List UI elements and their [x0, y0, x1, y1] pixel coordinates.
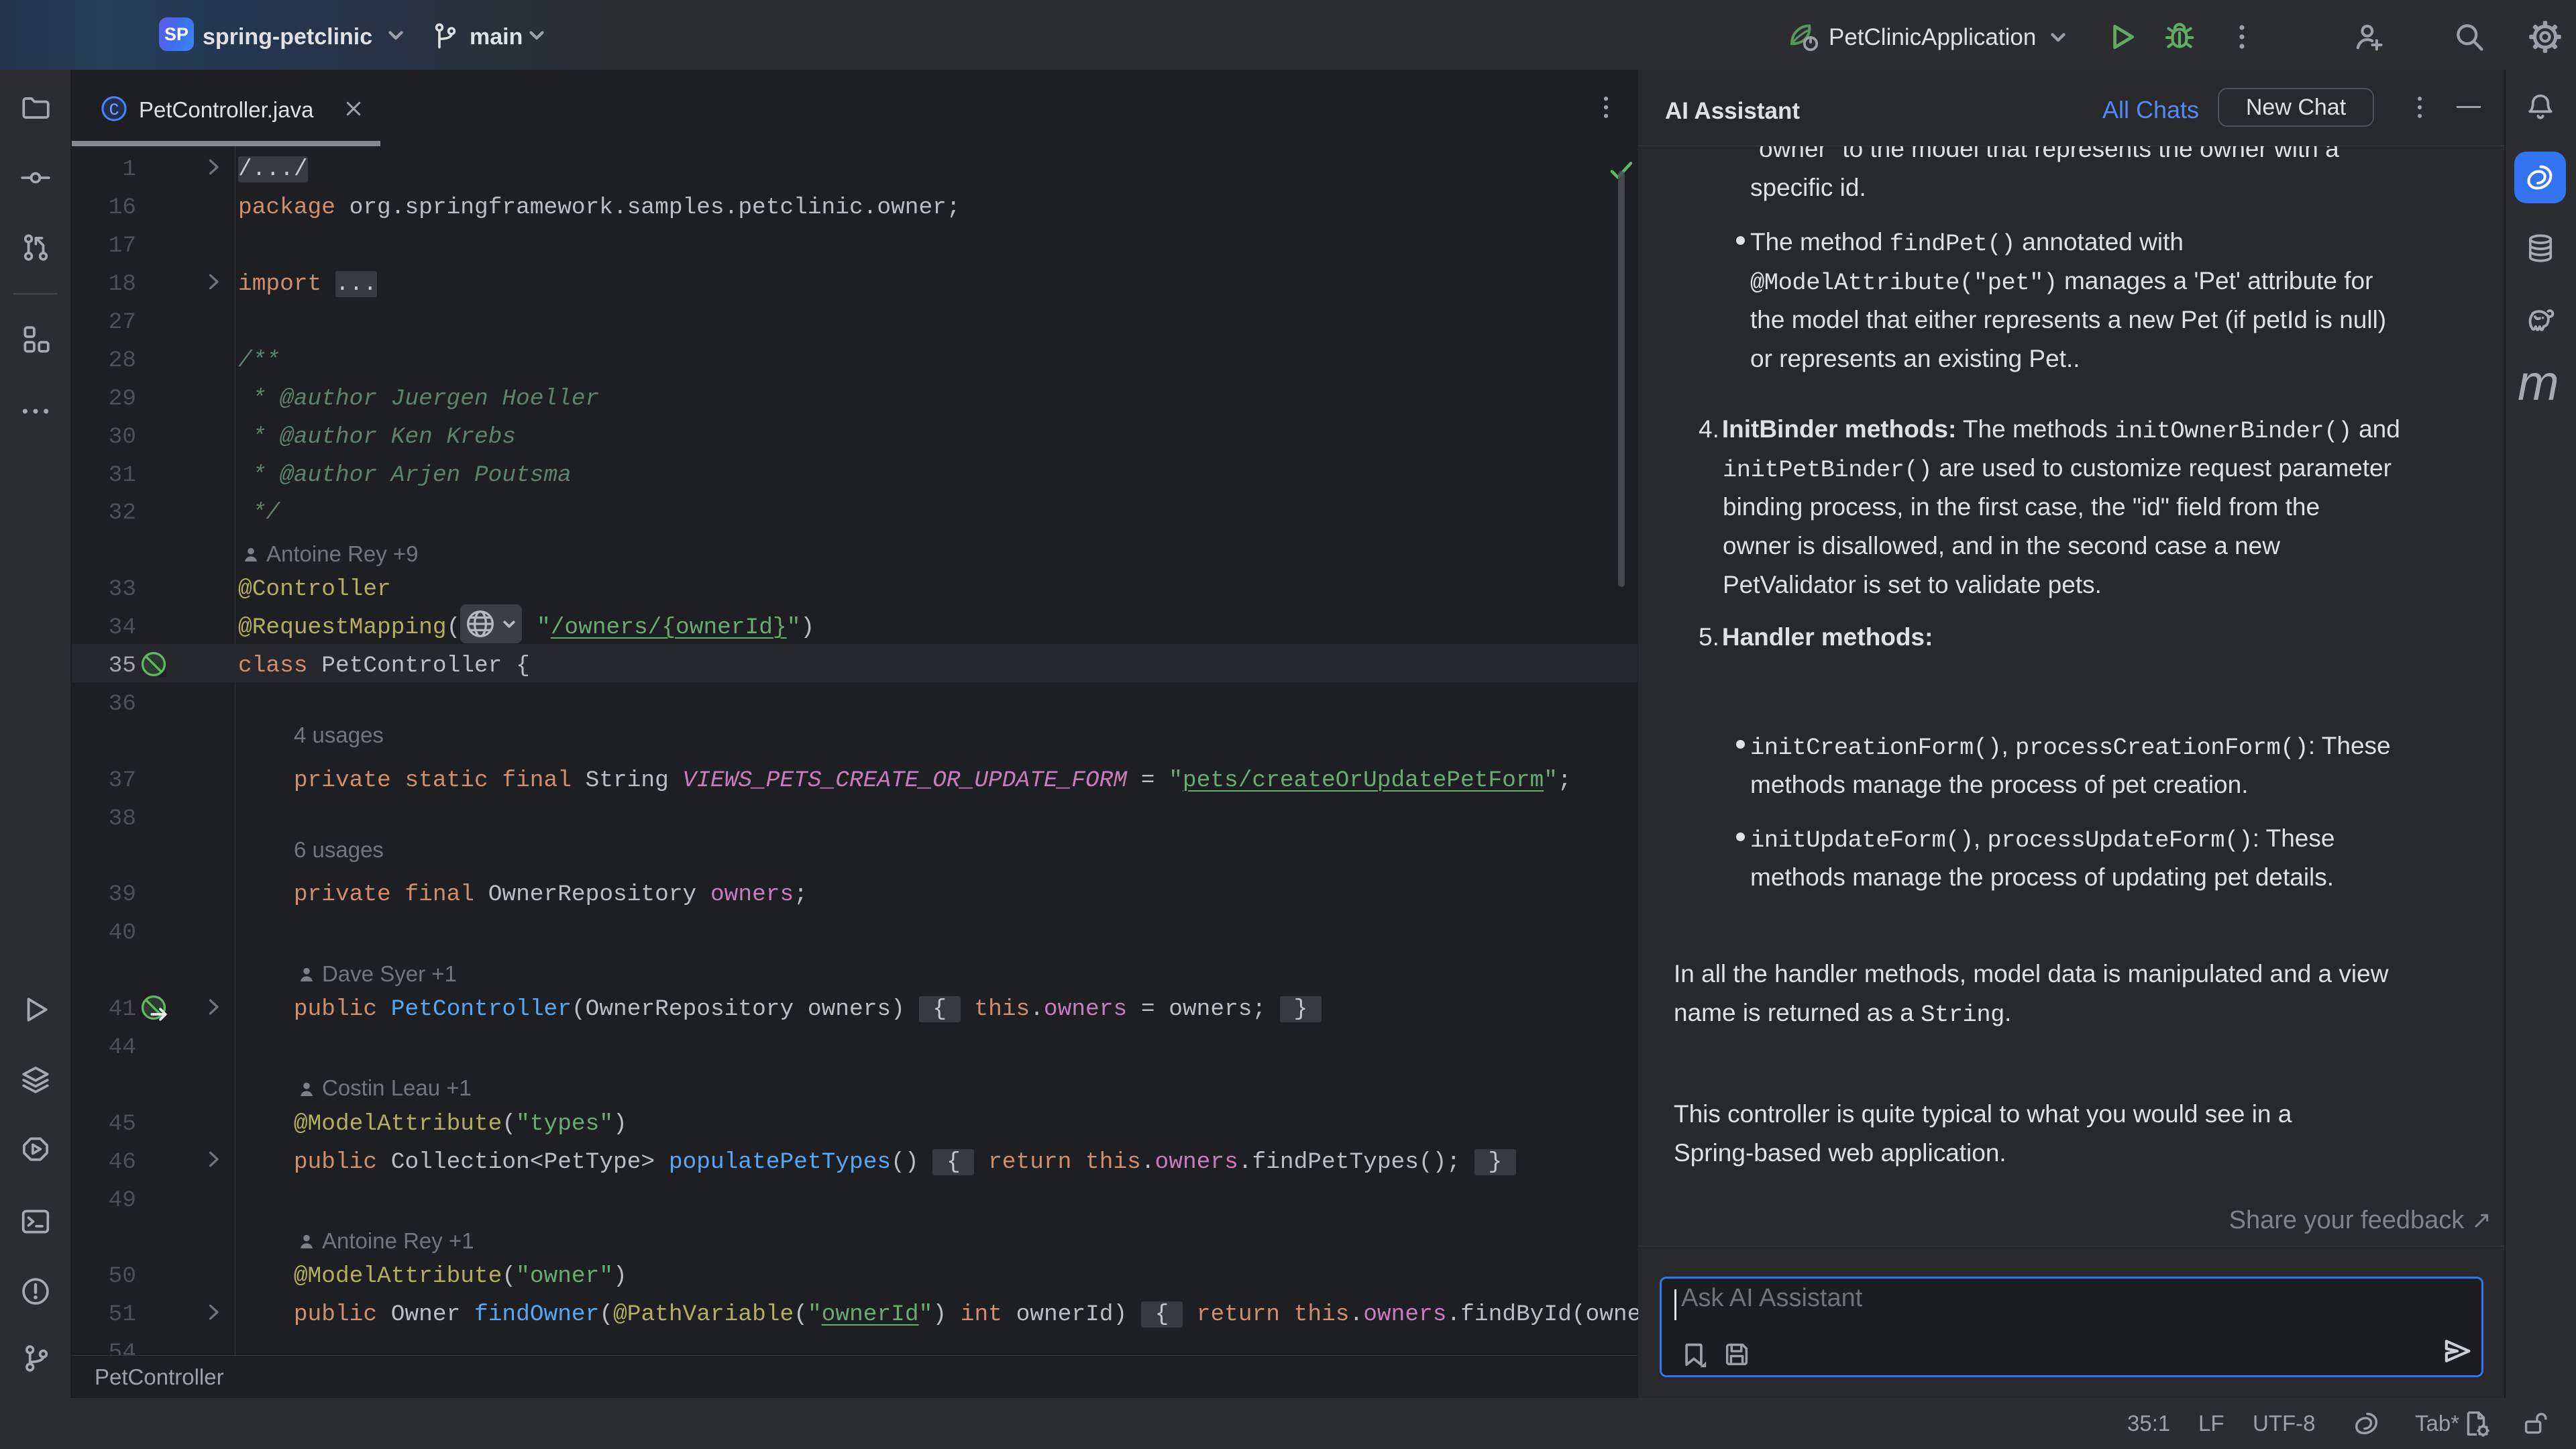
svg-text:C: C: [109, 101, 119, 120]
